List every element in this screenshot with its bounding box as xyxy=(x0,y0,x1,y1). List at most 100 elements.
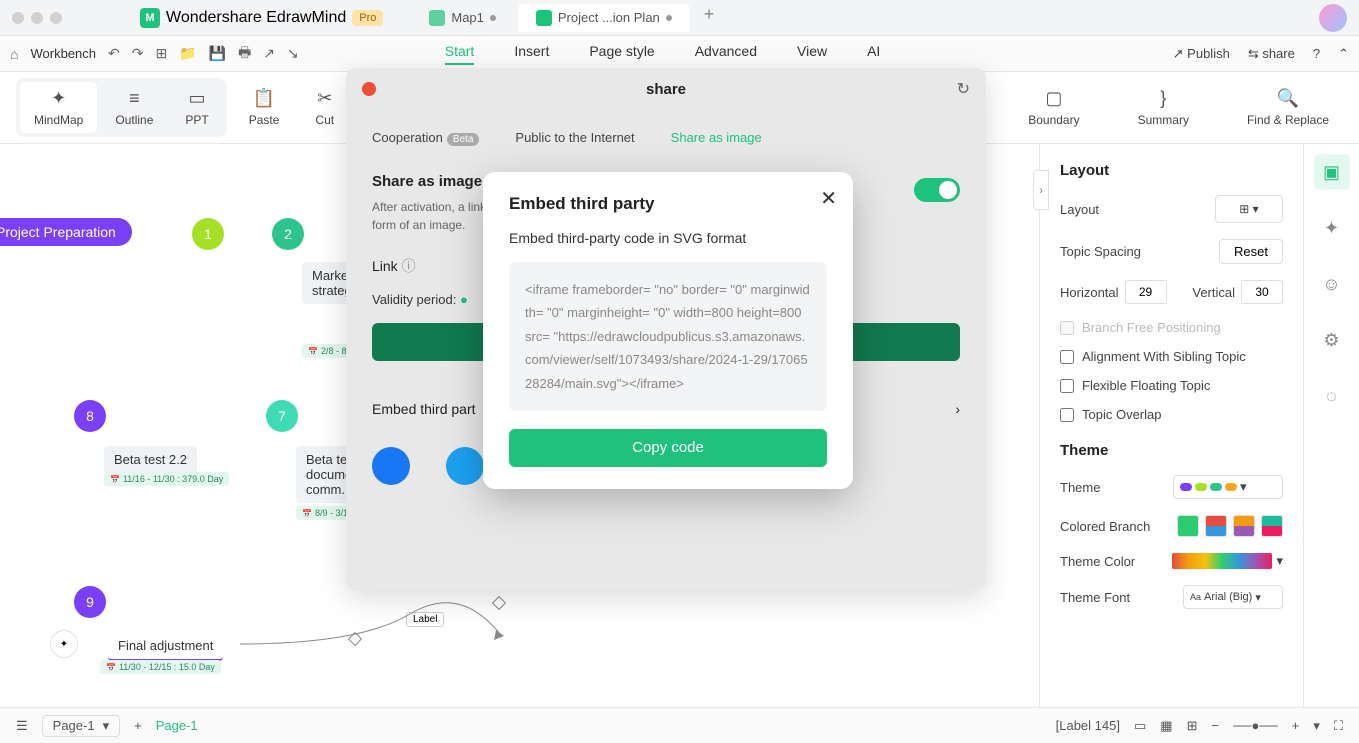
boundary-button[interactable]: ▢Boundary xyxy=(1014,82,1093,133)
node-7[interactable]: 7 xyxy=(266,400,298,432)
statusbar: ☰ Page-1 ▾ + Page-1 [Label 145] ▭ ▦ ⊞ − … xyxy=(0,707,1359,743)
node-9[interactable]: 9 xyxy=(74,586,106,618)
chevron-right-icon: › xyxy=(955,401,960,417)
menu-ai[interactable]: AI xyxy=(867,43,880,65)
print-icon[interactable]: 🖶 xyxy=(238,42,251,66)
add-tab-button[interactable]: + xyxy=(694,4,725,32)
tab-public[interactable]: Public to the Internet xyxy=(515,130,634,145)
node-project-prep[interactable]: Project Preparation xyxy=(0,218,132,246)
vertical-input[interactable] xyxy=(1241,280,1283,304)
mindmap-mode[interactable]: ✦MindMap xyxy=(20,82,97,133)
colored-branch-options[interactable] xyxy=(1177,515,1283,537)
boundary-icon: ▢ xyxy=(1045,88,1062,109)
close-icon[interactable] xyxy=(362,82,376,96)
code-box[interactable]: <iframe frameborder= "no" border= "0" ma… xyxy=(509,262,827,411)
theme-color-select[interactable]: ▾ xyxy=(1172,553,1283,569)
horizontal-input[interactable] xyxy=(1125,280,1167,304)
share-button[interactable]: ⇆ share xyxy=(1248,46,1295,62)
node-beta22[interactable]: Beta test 2.2 xyxy=(104,446,197,473)
align-sibling-check[interactable]: Alignment With Sibling Topic xyxy=(1060,349,1283,364)
node-final[interactable]: Final adjustment xyxy=(108,632,223,661)
label-count: [Label 145] xyxy=(1056,718,1120,733)
facebook-icon[interactable] xyxy=(372,447,410,485)
book-icon[interactable]: ▭ xyxy=(1134,718,1146,734)
save-icon[interactable]: 💾 xyxy=(209,45,226,62)
list-icon[interactable]: ☰ xyxy=(16,718,28,734)
ppt-icon: ▭ xyxy=(189,88,206,109)
outline-icon: ≡ xyxy=(129,88,140,109)
menu-start[interactable]: Start xyxy=(445,43,475,65)
import-icon[interactable]: ↘ xyxy=(287,45,299,62)
tab-project-plan[interactable]: Project ...ion Plan xyxy=(518,4,690,32)
layout-tab-icon[interactable]: ▣ xyxy=(1314,154,1350,190)
node-2[interactable]: 2 xyxy=(272,218,304,250)
gear-tab-icon[interactable]: ⚙ xyxy=(1314,322,1350,358)
page-select[interactable]: Page-1 ▾ xyxy=(42,715,120,737)
workbench-button[interactable]: Workbench xyxy=(30,46,96,61)
pro-badge: Pro xyxy=(352,10,383,26)
right-panel: Layout Layout ⊞ ▾ Topic Spacing Reset Ho… xyxy=(1039,144,1359,707)
refresh-icon[interactable]: ↻ xyxy=(957,79,970,99)
fullscreen-icon[interactable]: ⛶ xyxy=(1334,718,1343,734)
ai-badge-icon[interactable]: ✦ xyxy=(50,630,78,658)
menu-view[interactable]: View xyxy=(797,43,827,65)
paste-button[interactable]: 📋Paste xyxy=(235,82,294,133)
layout-label: Layout xyxy=(1060,202,1099,217)
zoom-slider[interactable]: ──●── xyxy=(1233,718,1278,733)
branch-free-check[interactable]: Branch Free Positioning xyxy=(1060,320,1283,335)
open-icon[interactable]: 📁 xyxy=(179,45,196,62)
redo-icon[interactable]: ↷ xyxy=(132,45,144,62)
doc-icon xyxy=(429,10,445,26)
collapse-icon[interactable]: ⌃ xyxy=(1338,46,1349,62)
zoom-dropdown[interactable]: ▾ xyxy=(1313,718,1320,734)
tab-cooperation[interactable]: CooperationBeta xyxy=(372,130,479,145)
layers-icon[interactable]: ⊞ xyxy=(1187,718,1198,734)
layout-select[interactable]: ⊞ ▾ xyxy=(1215,195,1283,223)
theme-font-select[interactable]: Aa Arial (Big) ▾ xyxy=(1183,585,1283,609)
colored-branch-label: Colored Branch xyxy=(1060,519,1150,534)
home-icon[interactable]: ⌂ xyxy=(10,46,18,62)
window-controls[interactable] xyxy=(12,12,62,24)
avatar[interactable] xyxy=(1319,4,1347,32)
toggle-switch[interactable] xyxy=(914,178,960,202)
tab-map1[interactable]: Map1 xyxy=(411,4,514,32)
menu-advanced[interactable]: Advanced xyxy=(695,43,757,65)
overlap-check[interactable]: Topic Overlap xyxy=(1060,407,1283,422)
page-tab[interactable]: Page-1 xyxy=(156,718,198,733)
twitter-icon[interactable] xyxy=(446,447,484,485)
theme-section-title: Theme xyxy=(1060,442,1283,459)
emoji-tab-icon[interactable]: ☺ xyxy=(1314,266,1350,302)
copy-code-button[interactable]: Copy code xyxy=(509,429,827,467)
share-tabs: CooperationBeta Public to the Internet S… xyxy=(372,130,960,145)
add-page-button[interactable]: + xyxy=(134,718,142,733)
ppt-mode[interactable]: ▭PPT xyxy=(171,82,222,133)
new-icon[interactable]: ⊞ xyxy=(155,45,167,62)
outline-mode[interactable]: ≡Outline xyxy=(101,82,167,133)
sparkle-tab-icon[interactable]: ✦ xyxy=(1314,210,1350,246)
clock-tab-icon[interactable]: ◌ xyxy=(1314,378,1350,414)
publish-button[interactable]: ↗ Publish xyxy=(1173,46,1230,62)
zoom-in[interactable]: + xyxy=(1292,718,1300,733)
zoom-out[interactable]: − xyxy=(1211,718,1219,733)
panel-collapse-handle[interactable]: › xyxy=(1033,170,1049,210)
node-1[interactable]: 1 xyxy=(192,218,224,250)
flexible-check[interactable]: Flexible Floating Topic xyxy=(1060,378,1283,393)
cut-button[interactable]: ✂Cut xyxy=(301,82,348,133)
date-badge: 11/30 - 12/15 : 15.0 Day xyxy=(100,660,221,674)
export-icon[interactable]: ↗ xyxy=(263,45,275,62)
doc-icon xyxy=(536,10,552,26)
doc-tabs: Map1 Project ...ion Plan + xyxy=(411,4,724,32)
reset-button[interactable]: Reset xyxy=(1219,239,1283,264)
menu-insert[interactable]: Insert xyxy=(514,43,549,65)
app-title: M Wondershare EdrawMind Pro xyxy=(140,8,383,28)
theme-select[interactable]: ▾ xyxy=(1173,475,1283,499)
summary-button[interactable]: }Summary xyxy=(1124,82,1203,133)
node-8[interactable]: 8 xyxy=(74,400,106,432)
tab-share-image[interactable]: Share as image xyxy=(671,130,762,145)
menu-page-style[interactable]: Page style xyxy=(589,43,654,65)
help-icon[interactable]: ? xyxy=(1313,46,1320,61)
grid-icon[interactable]: ▦ xyxy=(1160,718,1172,734)
find-replace-button[interactable]: 🔍Find & Replace xyxy=(1233,82,1343,133)
undo-icon[interactable]: ↶ xyxy=(108,45,120,62)
close-icon[interactable]: ✕ xyxy=(820,186,837,211)
